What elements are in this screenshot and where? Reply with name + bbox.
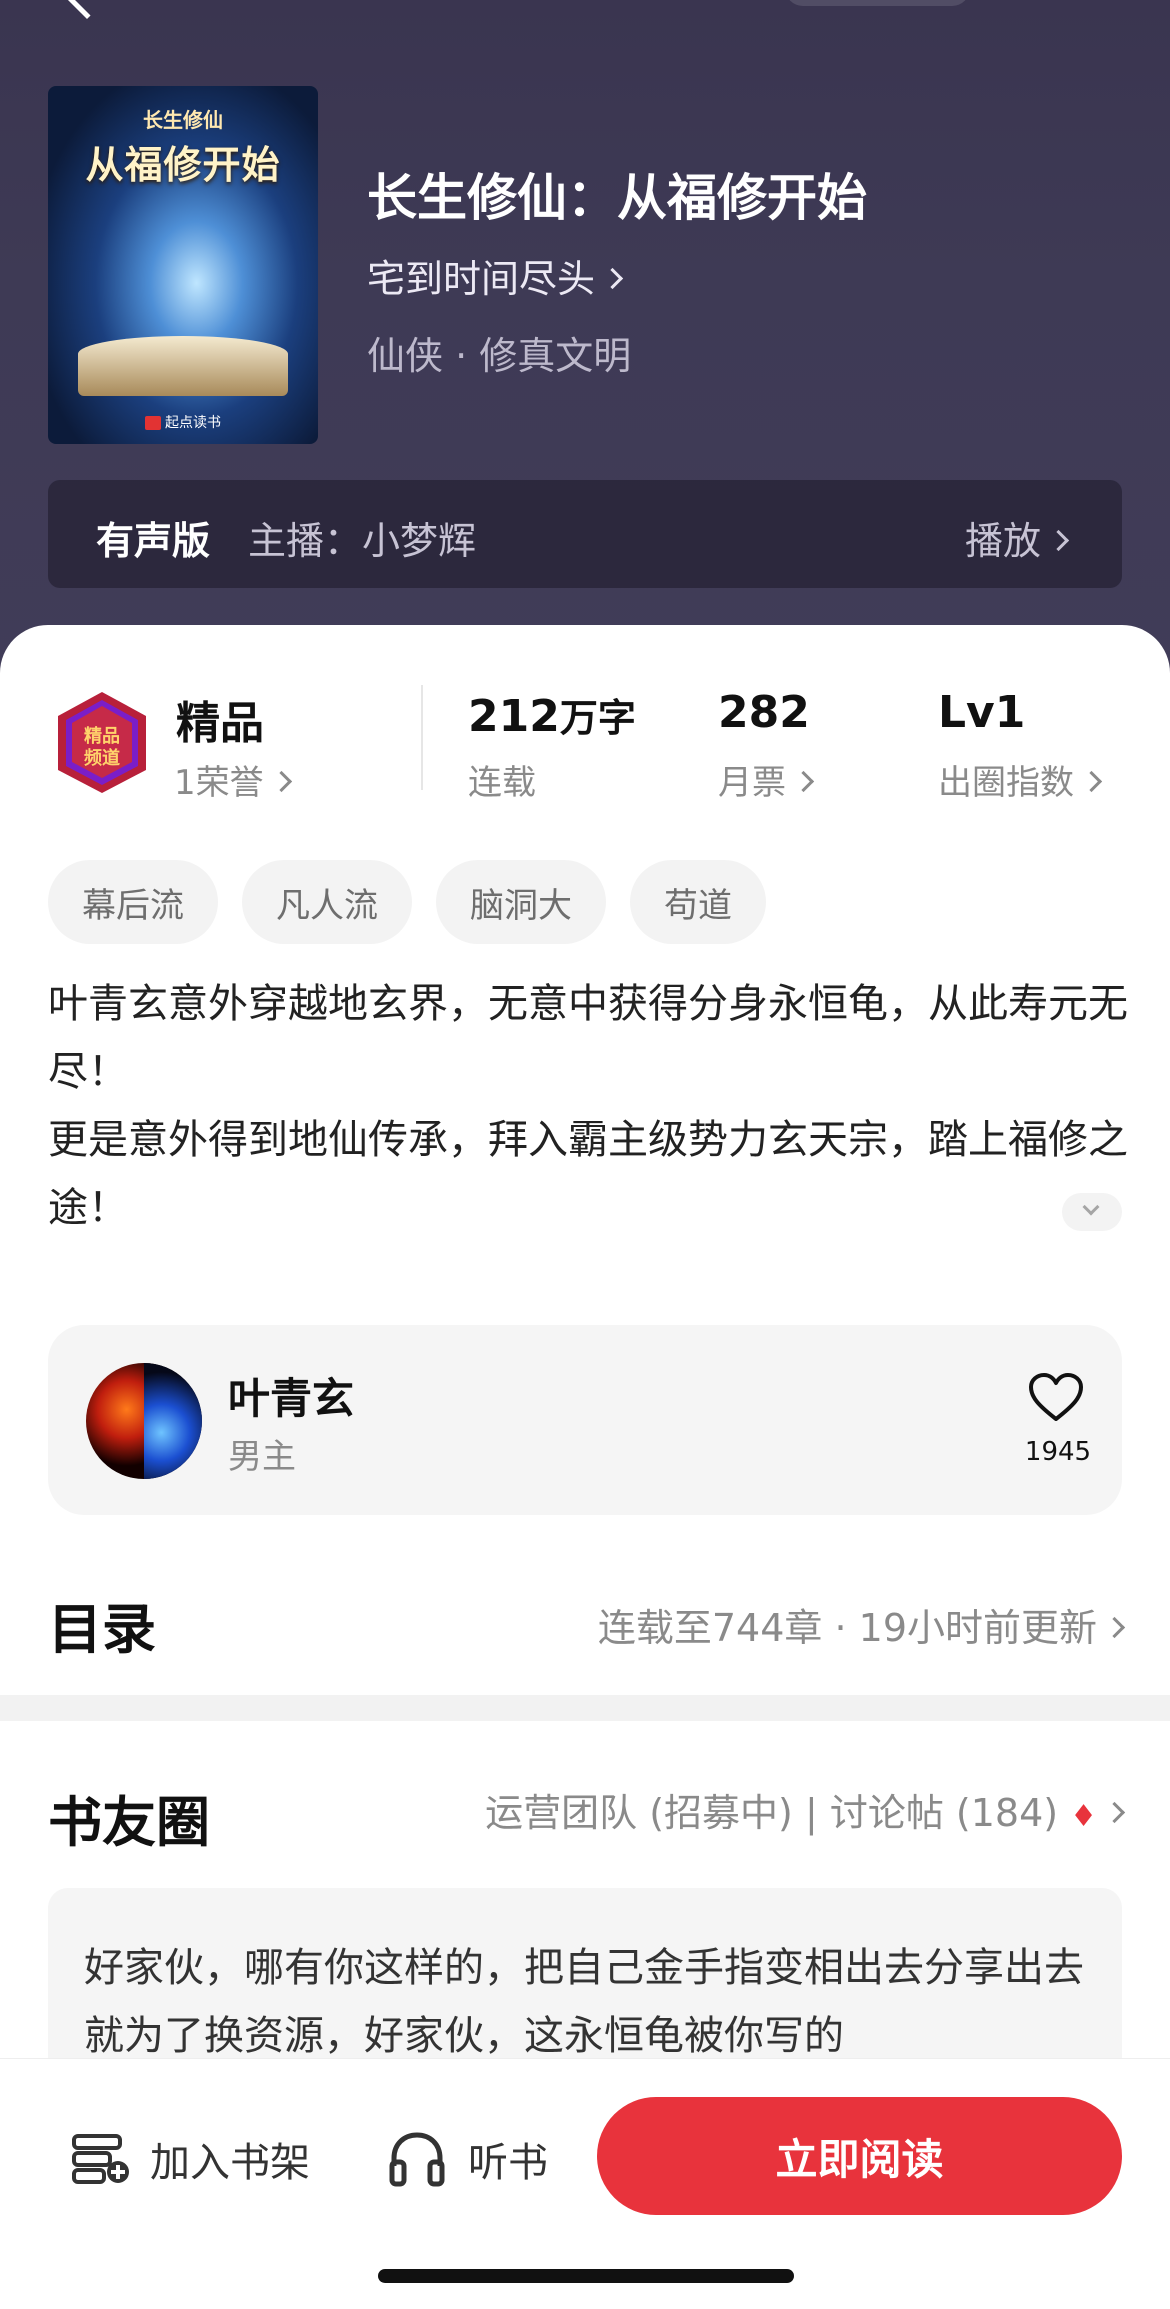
audio-play-button[interactable]: 播放 bbox=[964, 510, 1070, 565]
book-header: 长生修仙 从福修开始 起点读书 长生修仙：从福修开始 宅到时间尽头 仙侠 · 修… bbox=[0, 0, 1170, 700]
cover-brand: 起点读书 bbox=[48, 412, 318, 432]
level-label: 出圈指数 bbox=[938, 763, 1074, 803]
word-count-unit: 万字 bbox=[559, 696, 636, 740]
tag-chip[interactable]: 凡人流 bbox=[242, 860, 412, 944]
audio-edition-tag: 有声版 bbox=[96, 519, 211, 563]
stats-divider bbox=[421, 685, 423, 790]
cover-brand-label: 起点读书 bbox=[165, 415, 221, 431]
back-icon[interactable] bbox=[62, 0, 112, 20]
chevron-right-icon bbox=[1103, 1616, 1126, 1639]
character-card[interactable]: 叶青玄 男主 1945 bbox=[48, 1325, 1122, 1515]
tag-list: 幕后流 凡人流 脑洞大 苟道 bbox=[48, 860, 766, 944]
bottom-action-bar: 加入书架 听书 立即阅读 bbox=[0, 2058, 1170, 2309]
expand-synopsis-button[interactable] bbox=[1062, 1193, 1122, 1231]
svg-text:频道: 频道 bbox=[84, 747, 120, 769]
monthly-ticket-link[interactable]: 月票 bbox=[718, 755, 815, 804]
toc-title[interactable]: 目录 bbox=[48, 1585, 156, 1664]
book-cover[interactable]: 长生修仙 从福修开始 起点读书 bbox=[48, 86, 318, 444]
chevron-right-icon bbox=[270, 770, 292, 793]
brand-logo-icon bbox=[145, 416, 161, 430]
honor-count: 1荣誉 bbox=[174, 763, 264, 803]
book-circle-title[interactable]: 书友圈 bbox=[48, 1778, 210, 1857]
audio-play-label: 播放 bbox=[964, 519, 1041, 563]
fire-icon: ♦ bbox=[1070, 1799, 1097, 1834]
toc-update-link[interactable]: 连载至744章 · 19小时前更新 bbox=[597, 1597, 1126, 1652]
add-shelf-icon bbox=[72, 2134, 129, 2184]
character-role: 男主 bbox=[228, 1437, 296, 1477]
monthly-ticket-label: 月票 bbox=[718, 763, 786, 803]
level-value: Lv1 bbox=[938, 687, 1026, 738]
chevron-down-icon bbox=[1082, 1198, 1100, 1216]
book-title: 长生修仙：从福修开始 bbox=[367, 169, 867, 227]
level-link[interactable]: 出圈指数 bbox=[938, 755, 1103, 804]
cover-book-illustration bbox=[78, 336, 288, 396]
add-to-shelf-button[interactable]: 加入书架 bbox=[70, 2129, 310, 2189]
serial-status: 连载 bbox=[468, 763, 536, 803]
toc-update-info: 连载至744章 · 19小时前更新 bbox=[597, 1606, 1097, 1650]
character-avatar bbox=[86, 1363, 202, 1479]
heart-icon[interactable] bbox=[1028, 1373, 1084, 1423]
synopsis-line: 叶青玄意外穿越地玄界，无意中获得分身永恒龟，从此寿元无尽！ bbox=[48, 981, 1128, 1095]
top-action-pill[interactable] bbox=[785, 0, 970, 6]
cover-small-title: 长生修仙 bbox=[143, 108, 223, 132]
svg-text:精品: 精品 bbox=[84, 725, 120, 747]
book-circle-link[interactable]: 运营团队 (招募中) | 讨论帖 (184) ♦ bbox=[485, 1782, 1126, 1837]
badge-title: 精品 bbox=[176, 698, 264, 749]
chevron-right-icon bbox=[1047, 529, 1070, 552]
synopsis-line: 更是意外得到地仙传承，拜入霸主级势力玄天宗，踏上福修之途！ bbox=[48, 1117, 1128, 1231]
add-to-shelf-label: 加入书架 bbox=[150, 2140, 310, 2186]
audio-edition-bar[interactable]: 有声版 主播：小梦辉 播放 bbox=[48, 480, 1122, 588]
listen-button[interactable]: 听书 bbox=[388, 2129, 548, 2189]
listen-label: 听书 bbox=[468, 2140, 548, 2186]
honor-link[interactable]: 1荣誉 bbox=[174, 755, 292, 804]
post-preview: 好家伙，哪有你这样的，把自己金手指变相出去分享出去就为了换资源，好家伙，这永恒龟… bbox=[84, 1945, 1084, 2059]
cover-big-title: 从福修开始 bbox=[85, 143, 281, 187]
character-likes: 1945 bbox=[1024, 1437, 1092, 1467]
headphones-icon bbox=[389, 2132, 445, 2187]
synopsis[interactable]: 叶青玄意外穿越地玄界，无意中获得分身永恒龟，从此寿元无尽！ 更是意外得到地仙传承… bbox=[48, 970, 1128, 1242]
home-indicator bbox=[378, 2269, 794, 2283]
author-name: 宅到时间尽头 bbox=[367, 257, 596, 301]
chevron-right-icon bbox=[1103, 1801, 1126, 1824]
genre-label: 仙侠 · 修真文明 bbox=[367, 334, 632, 378]
character-name: 叶青玄 bbox=[228, 1374, 355, 1423]
book-circle-info: 运营团队 (招募中) | 讨论帖 (184) bbox=[485, 1791, 1059, 1835]
tag-chip[interactable]: 脑洞大 bbox=[436, 860, 606, 944]
tag-chip[interactable]: 幕后流 bbox=[48, 860, 218, 944]
book-detail-card: 精品 频道 精品 1荣誉 212万字 连载 282 月票 Lv1 出圈指数 幕后… bbox=[0, 625, 1170, 1695]
word-count-value: 212 bbox=[468, 691, 560, 742]
read-now-button[interactable]: 立即阅读 bbox=[597, 2097, 1122, 2215]
section-divider bbox=[0, 1695, 1170, 1721]
word-count: 212万字 bbox=[468, 687, 636, 742]
chevron-right-icon bbox=[1080, 770, 1103, 793]
quality-badge-icon: 精品 频道 bbox=[58, 692, 146, 793]
audio-host: 主播：小梦辉 bbox=[248, 519, 477, 563]
chevron-right-icon bbox=[601, 267, 624, 290]
monthly-ticket-value: 282 bbox=[718, 687, 810, 738]
tag-chip[interactable]: 苟道 bbox=[630, 860, 766, 944]
chevron-right-icon bbox=[792, 770, 815, 793]
author-link[interactable]: 宅到时间尽头 bbox=[367, 248, 624, 303]
